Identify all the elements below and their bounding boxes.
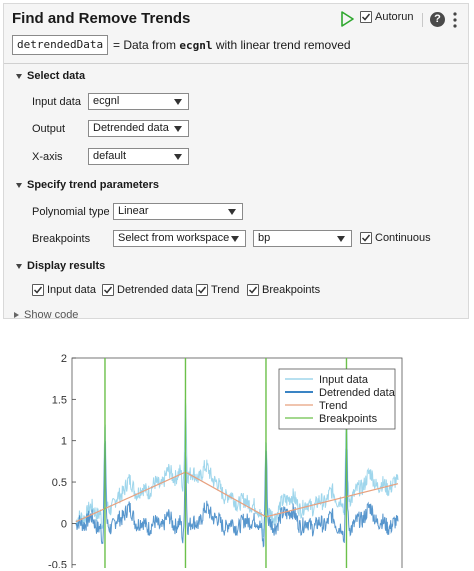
run-icon[interactable] [340, 11, 354, 27]
breakpoints-source-dropdown[interactable]: Select from workspace [113, 230, 246, 247]
display-checkbox[interactable] [247, 284, 259, 296]
header-divider [4, 63, 468, 64]
autorun-checkbox[interactable] [360, 11, 372, 23]
checkmark-icon [361, 234, 371, 242]
task-title: Find and Remove Trends [12, 10, 191, 27]
expand-caret-icon [14, 312, 19, 318]
display-option-label: Trend [211, 284, 240, 296]
display-option-label: Input data [47, 284, 96, 296]
dropdown-arrow-icon [174, 154, 182, 160]
y-tick-label: 1.5 [52, 394, 67, 406]
dropdown-value: Select from workspace [118, 232, 230, 244]
polynomial-type-dropdown[interactable]: Linear [113, 203, 243, 220]
section-title: Select data [27, 70, 86, 82]
input-data-dropdown[interactable]: ecgnl [88, 93, 189, 110]
task-description: = Data from ecgnl with linear trend remo… [113, 38, 351, 52]
more-options-icon[interactable] [452, 11, 458, 29]
display-detrended-option[interactable]: Detrended data [102, 284, 193, 296]
section-trend-parameters[interactable]: Specify trend parameters [16, 179, 159, 191]
collapse-caret-icon [16, 263, 22, 269]
breakpoints-label: Breakpoints [32, 233, 91, 245]
toolbar-separator [422, 13, 423, 27]
dropdown-value: bp [258, 232, 271, 244]
checkmark-icon [248, 286, 258, 294]
trend-plot[interactable]: 2 1.5 1 0.5 0 -0.5 Input dataDetrended dataTre… [0, 321, 474, 571]
autorun-label: Autorun [375, 11, 414, 23]
dropdown-arrow-icon [231, 236, 239, 242]
legend-entry: Detrended data [319, 387, 396, 399]
y-tick-label: 0 [61, 518, 67, 530]
dropdown-arrow-icon [174, 99, 182, 105]
live-task-panel: Find and Remove Trends Autorun ? detrend… [3, 3, 469, 321]
collapse-caret-icon [16, 73, 22, 79]
polynomial-type-label: Polynomial type [32, 206, 110, 218]
plot-output: 2 1.5 1 0.5 0 -0.5 Input data Detrended data Tre… [0, 321, 474, 571]
continuous-label: Continuous [375, 232, 431, 244]
legend-entry: Trend [319, 400, 347, 412]
display-trend-option[interactable]: Trend [196, 284, 239, 296]
task-header: Find and Remove Trends Autorun ? detrend… [4, 4, 468, 62]
checkmark-icon [103, 286, 113, 294]
display-input-data-option[interactable]: Input data [32, 284, 96, 296]
section-select-data[interactable]: Select data [16, 70, 85, 82]
output-label: Output [32, 123, 66, 135]
display-option-label: Breakpoints [262, 284, 321, 296]
dropdown-arrow-icon [174, 126, 182, 132]
output-dropdown[interactable]: Detrended data [88, 120, 189, 137]
section-title: Display results [27, 260, 106, 272]
dropdown-value: default [93, 150, 127, 162]
continuous-checkbox[interactable] [360, 232, 372, 244]
section-title: Specify trend parameters [27, 179, 160, 191]
display-checkbox[interactable] [196, 284, 208, 296]
legend-entry: Breakpoints [319, 413, 378, 425]
dropdown-arrow-icon [337, 236, 345, 242]
dropdown-value: ecgnl [93, 95, 120, 107]
section-display-results[interactable]: Display results [16, 260, 105, 272]
input-data-label: Input data [32, 96, 81, 108]
checkmark-icon [361, 13, 371, 21]
desc-text-end: with linear trend removed [212, 38, 351, 52]
y-tick-label: 2 [61, 353, 67, 365]
autorun-toggle[interactable]: Autorun [360, 11, 414, 23]
dropdown-arrow-icon [228, 209, 236, 215]
continuous-option[interactable]: Continuous [360, 232, 431, 244]
desc-text: = Data from [113, 38, 180, 52]
dropdown-value: Linear [118, 205, 149, 217]
y-tick-label: 1 [61, 436, 67, 448]
collapse-caret-icon [16, 182, 22, 188]
show-code-toggle[interactable]: Show code [14, 309, 78, 321]
show-code-label: Show code [24, 309, 79, 321]
checkmark-icon [197, 286, 207, 294]
display-option-label: Detrended data [117, 284, 193, 296]
breakpoints-variable-dropdown[interactable]: bp [253, 230, 352, 247]
help-icon[interactable]: ? [430, 12, 445, 27]
x-axis-label: X-axis [32, 151, 63, 163]
checkmark-icon [33, 286, 43, 294]
output-variable-field[interactable]: detrendedData [12, 35, 109, 55]
legend-entry: Input data [319, 374, 369, 386]
x-axis-dropdown[interactable]: default [88, 148, 189, 165]
desc-variable: ecgnl [179, 39, 213, 52]
display-checkbox[interactable] [32, 284, 44, 296]
display-checkbox[interactable] [102, 284, 114, 296]
dropdown-value: Detrended data [93, 122, 169, 134]
y-tick-label: -0.5 [48, 560, 67, 568]
y-tick-label: 0.5 [52, 477, 67, 489]
display-breakpoints-option[interactable]: Breakpoints [247, 284, 320, 296]
